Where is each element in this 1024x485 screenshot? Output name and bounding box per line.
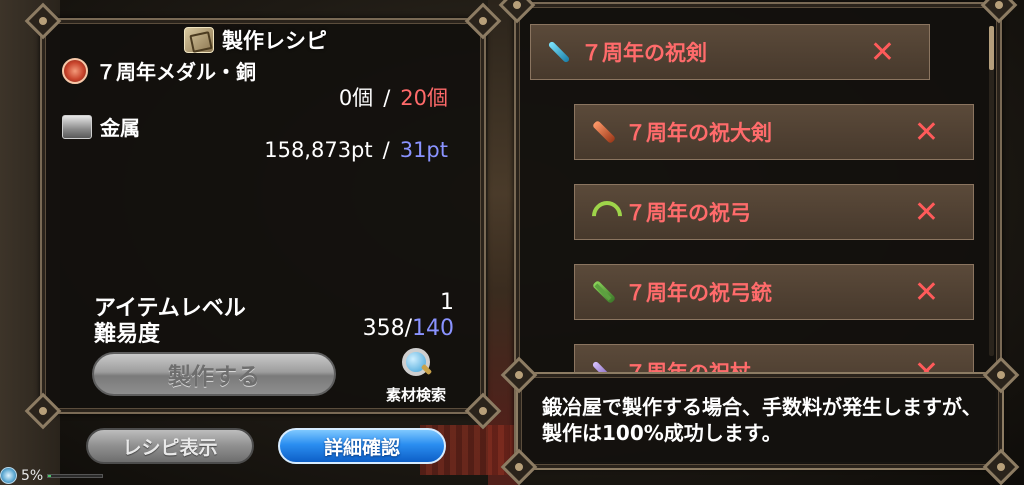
not-craftable-icon: ✕: [913, 194, 939, 230]
status-bar-fill: [48, 474, 51, 477]
recipe-item[interactable]: ７周年の祝弓銃 ✕: [574, 264, 974, 320]
count-separator: /: [383, 86, 391, 110]
recipe-view-button[interactable]: レシピ表示: [86, 428, 254, 464]
recipe-name: ７周年の祝弓銃: [625, 281, 772, 305]
recipe-list-panel: ７周年の祝剣 ✕ ７周年の祝大剣 ✕ ７周年の祝弓 ✕ ７周年の祝弓銃 ✕ ７周…: [498, 0, 1020, 485]
crossbow-icon: [589, 278, 617, 306]
message-box: 鍛冶屋で製作する場合、手数料が発生しますが、製作は100%成功します。: [500, 356, 1020, 485]
material-count-metal: 158,873pt / 31pt: [264, 138, 448, 162]
recipe-item[interactable]: ７周年の祝剣 ✕: [530, 24, 930, 80]
material-have: 0個: [338, 86, 374, 110]
material-name: 金属: [100, 116, 140, 140]
panel-title: 製作レシピ: [222, 29, 327, 53]
difficulty-label: 難易度: [94, 322, 161, 347]
sword-icon: [545, 38, 573, 66]
panel-title-bar: 製作レシピ: [184, 24, 384, 56]
magnifier-icon: [399, 346, 433, 380]
recipe-name: ７周年の祝弓: [625, 201, 751, 225]
material-need: 31pt: [399, 138, 448, 162]
status-bar: [47, 473, 104, 478]
scrollbar-thumb[interactable]: [989, 26, 994, 70]
metal-ingot-icon: [62, 114, 92, 139]
frame-corner: [982, 356, 1020, 394]
difficulty-value: 358/140: [363, 316, 454, 348]
recipe-item[interactable]: ７周年の祝大剣 ✕: [574, 104, 974, 160]
bow-icon: [589, 198, 617, 226]
recipe-item[interactable]: ７周年の祝弓 ✕: [574, 184, 974, 240]
material-count-medal: 0個 / 20個: [339, 82, 448, 112]
material-name: ７周年メダル・銅: [96, 60, 256, 84]
material-search-label: 素材検索: [385, 386, 446, 404]
gauge-icon: [0, 467, 17, 484]
not-craftable-icon: ✕: [913, 114, 939, 150]
not-craftable-icon: ✕: [913, 274, 939, 310]
difficulty-current: 358/: [362, 316, 412, 341]
difficulty-required: 140: [412, 316, 454, 341]
craft-button[interactable]: 製作する: [92, 352, 336, 396]
recipe-list-scrollbar[interactable]: [989, 26, 994, 356]
not-craftable-icon: ✕: [869, 34, 895, 70]
recipe-name: ７周年の祝大剣: [625, 121, 772, 145]
material-row-medal: ７周年メダル・銅: [62, 56, 256, 85]
detail-confirm-button[interactable]: 詳細確認: [278, 428, 446, 464]
greatsword-icon: [589, 118, 617, 146]
recipe-panel: 製作レシピ ７周年メダル・銅 0個/20個 金属 158,873pt/31pt …: [24, 2, 502, 430]
message-text: 鍛冶屋で製作する場合、手数料が発生しますが、製作は100%成功します。: [542, 395, 982, 445]
material-search-button[interactable]: 素材検索: [366, 346, 466, 410]
material-need: 20個: [400, 86, 448, 110]
material-have: 158,873pt: [264, 138, 373, 162]
status-percent: 5%: [21, 467, 44, 484]
frame-corner: [982, 448, 1020, 485]
material-row-metal: 金属: [62, 112, 140, 141]
count-separator: /: [382, 138, 390, 162]
recipe-name: ７周年の祝剣: [581, 41, 707, 65]
status-gauge: 5%: [0, 466, 110, 485]
medal-icon: [62, 57, 88, 84]
recipe-list[interactable]: ７周年の祝剣 ✕ ７周年の祝大剣 ✕ ７周年の祝弓 ✕ ７周年の祝弓銃 ✕ ７周…: [528, 18, 988, 378]
recipe-book-icon: [184, 27, 214, 53]
difficulty-row: 難易度 358/140: [94, 316, 454, 348]
